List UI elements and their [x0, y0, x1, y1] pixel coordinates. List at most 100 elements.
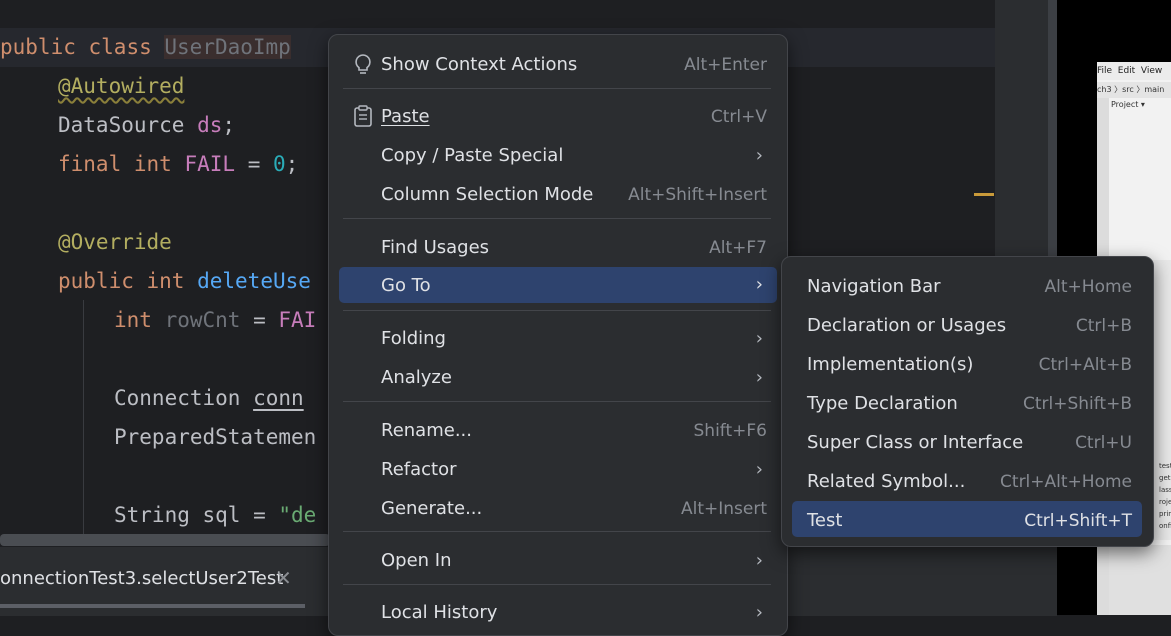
code-line-10[interactable]: String sql = "de	[114, 496, 316, 535]
menu-item-shortcut: Alt+Home	[1044, 277, 1132, 297]
menu-item-label: Test	[807, 510, 843, 531]
menu-item-label: Implementation(s)	[807, 354, 974, 375]
close-icon[interactable]: ✕	[275, 566, 292, 590]
semicolon: ;	[222, 113, 236, 137]
operator: =	[235, 152, 273, 176]
variable-name: conn	[253, 386, 304, 410]
chevron-right-icon: ›	[755, 459, 763, 480]
keyword: class	[88, 35, 152, 59]
annotation: @Autowired	[58, 74, 185, 98]
menu-item-shortcut: Ctrl+U	[1075, 433, 1132, 453]
variable-name: sql	[202, 503, 241, 527]
menu-item-folding[interactable]: Folding ›	[339, 322, 777, 356]
tab-active-indicator	[0, 604, 305, 608]
submenu-item-super-class-or-interface[interactable]: Super Class or Interface Ctrl+U	[792, 426, 1142, 460]
chevron-right-icon: ›	[755, 550, 763, 571]
keyword: int	[133, 152, 172, 176]
menu-item-label: Folding	[381, 328, 446, 349]
menu-item-shortcut: Ctrl+B	[1075, 316, 1132, 336]
chevron-right-icon: ›	[755, 145, 763, 166]
menu-item-shortcut: Ctrl+Alt+B	[1038, 355, 1132, 375]
keyword: public	[0, 35, 76, 59]
submenu-item-declaration-or-usages[interactable]: Declaration or Usages Ctrl+B	[792, 309, 1142, 343]
number-literal: 0	[272, 152, 286, 176]
menu-separator	[343, 310, 771, 311]
chevron-right-icon: ›	[755, 367, 763, 388]
field-name: ds	[197, 113, 223, 137]
keyword: int	[114, 308, 152, 332]
menu-item-show-context-actions[interactable]: Show Context Actions Alt+Enter	[339, 48, 777, 82]
code-line-3[interactable]: DataSource ds;	[58, 106, 235, 145]
type-name: PreparedStatemen	[114, 425, 317, 449]
mini-menubar: File Edit View	[1097, 62, 1171, 80]
menu-item-label: Column Selection Mode	[381, 184, 594, 205]
menu-item-label: Find Usages	[381, 237, 490, 258]
submenu-item-implementations[interactable]: Implementation(s) Ctrl+Alt+B	[792, 348, 1142, 382]
menu-item-shortcut: Alt+Enter	[684, 55, 767, 75]
menu-item-go-to[interactable]: Go To ›	[339, 267, 777, 303]
class-name: UserDaoImp	[164, 35, 291, 59]
mini-project-label: Project ▾	[1111, 100, 1145, 109]
menu-item-generate[interactable]: Generate... Alt+Insert	[339, 492, 777, 526]
type-name: String	[114, 503, 190, 527]
keyword: public	[58, 269, 134, 293]
method-name: deleteUse	[197, 269, 311, 293]
menu-item-label: Type Declaration	[807, 393, 958, 414]
menu-separator	[343, 218, 771, 219]
code-line-5[interactable]: @Override	[58, 223, 172, 262]
menu-item-analyze[interactable]: Analyze ›	[339, 361, 777, 395]
menu-separator	[343, 88, 771, 89]
menu-item-label: Copy / Paste Special	[381, 145, 564, 166]
code-line-1[interactable]: public class UserDaoImp	[0, 28, 291, 67]
code-line-4[interactable]: final int FAIL = 0;	[58, 145, 298, 184]
chevron-right-icon: ›	[755, 602, 763, 623]
menu-item-label: Generate...	[381, 498, 483, 519]
annotation: @Override	[58, 230, 172, 254]
menu-item-paste[interactable]: Paste Ctrl+V	[339, 100, 777, 134]
submenu-item-test[interactable]: Test Ctrl+Shift+T	[792, 501, 1142, 537]
menu-item-open-in[interactable]: Open In ›	[339, 544, 777, 578]
menu-item-label: Navigation Bar	[807, 276, 941, 297]
code-line-9[interactable]: PreparedStatemen	[114, 418, 316, 457]
menu-item-refactor[interactable]: Refactor ›	[339, 453, 777, 487]
menu-item-label: Rename...	[381, 420, 472, 441]
menu-item-label: Declaration or Usages	[807, 315, 1007, 336]
menu-item-shortcut: Alt+Shift+Insert	[628, 185, 767, 205]
menu-item-label: Go To	[381, 275, 431, 296]
clipboard-icon	[353, 105, 373, 131]
horizontal-scrollbar[interactable]	[0, 534, 330, 546]
menu-item-shortcut: Ctrl+Shift+T	[1024, 511, 1132, 531]
menu-item-rename[interactable]: Rename... Shift+F6	[339, 414, 777, 448]
menu-item-label: Paste	[381, 106, 430, 127]
indent-guide	[83, 300, 84, 535]
type-name: Connection	[114, 386, 241, 410]
code-line-2[interactable]: @Autowired	[58, 67, 184, 106]
operator: =	[240, 503, 279, 527]
menu-item-copy-paste-special[interactable]: Copy / Paste Special ›	[339, 139, 777, 173]
submenu-item-related-symbol[interactable]: Related Symbol... Ctrl+Alt+Home	[792, 465, 1142, 499]
code-line-6[interactable]: public int deleteUse	[58, 262, 311, 301]
submenu-item-navigation-bar[interactable]: Navigation Bar Alt+Home	[792, 270, 1142, 304]
code-line-7[interactable]: int rowCnt = FAI	[114, 301, 316, 340]
menu-item-column-selection-mode[interactable]: Column Selection Mode Alt+Shift+Insert	[339, 178, 777, 212]
warning-marker[interactable]	[974, 193, 994, 196]
menu-item-shortcut: Ctrl+Alt+Home	[1000, 472, 1132, 492]
menu-item-label: Analyze	[381, 367, 452, 388]
run-tab-label[interactable]: onnectionTest3.selectUser2Test	[0, 568, 283, 589]
code-line-8[interactable]: Connection conn	[114, 379, 304, 418]
menu-item-find-usages[interactable]: Find Usages Alt+F7	[339, 231, 777, 265]
menu-item-shortcut: Alt+F7	[709, 238, 767, 258]
menu-item-label: Open In	[381, 550, 452, 571]
menu-item-shortcut: Ctrl+V	[710, 107, 767, 127]
field-name: FAIL	[184, 152, 236, 176]
chevron-right-icon: ›	[755, 274, 763, 295]
menu-item-shortcut: Shift+F6	[693, 421, 767, 441]
submenu-item-type-declaration[interactable]: Type Declaration Ctrl+Shift+B	[792, 387, 1142, 421]
mini-run-panel	[1109, 545, 1171, 615]
menu-item-local-history[interactable]: Local History ›	[339, 596, 777, 630]
string-literal: "de	[278, 503, 317, 527]
menu-separator	[343, 401, 771, 402]
editor-context-menu: Show Context Actions Alt+Enter Paste Ctr…	[328, 34, 788, 636]
menu-item-shortcut: Ctrl+Shift+B	[1022, 394, 1132, 414]
menu-item-label: Show Context Actions	[381, 54, 578, 75]
